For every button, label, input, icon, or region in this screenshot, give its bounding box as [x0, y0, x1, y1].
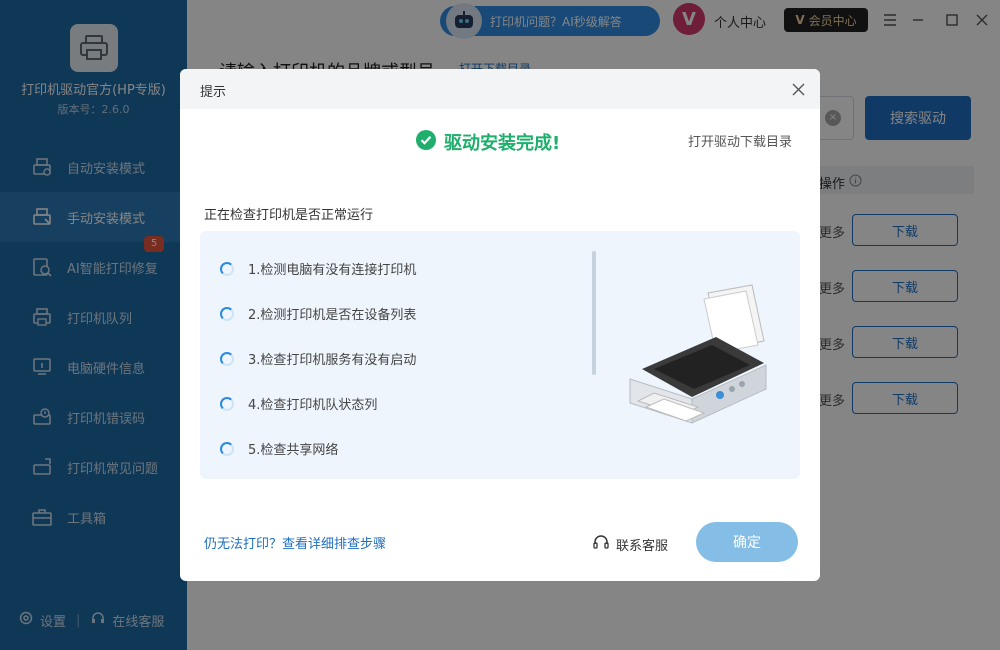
contact-support-label: 联系客服 — [616, 538, 669, 554]
check-item: 2.检测打印机是否在设备列表 — [220, 304, 416, 323]
loading-spinner-icon — [220, 441, 234, 456]
check-item: 1.检测电脑有没有连接打印机 — [220, 259, 416, 278]
checking-label: 正在检查打印机是否正常运行 — [204, 208, 374, 223]
troubleshoot-link[interactable]: 仍无法打印？查看详细排查步骤 — [204, 533, 386, 552]
check-item-label: 1.检测电脑有没有连接打印机 — [248, 263, 417, 278]
open-driver-dir-link[interactable]: 打开驱动下载目录 — [688, 131, 792, 150]
check-item-label: 5.检查共享网络 — [248, 443, 339, 458]
loading-spinner-icon — [220, 351, 234, 366]
check-item: 3.检查打印机服务有没有启动 — [220, 349, 416, 368]
loading-spinner-icon — [220, 396, 234, 411]
printer-image-icon — [629, 284, 767, 424]
printer-illustration — [624, 283, 774, 437]
check-panel: 1.检测电脑有没有连接打印机 2.检测打印机是否在设备列表 3.检查打印机服务有… — [200, 231, 800, 479]
install-status: 驱动安装完成! — [416, 129, 560, 155]
confirm-button[interactable]: 确定 — [696, 522, 798, 562]
check-item: 4.检查打印机队状态列 — [220, 394, 377, 413]
close-icon[interactable] — [788, 79, 808, 99]
check-circle-icon — [416, 130, 436, 154]
loading-spinner-icon — [220, 306, 234, 321]
install-complete-dialog: 提示 驱动安装完成! 打开驱动下载目录 正在检查打印机是否正常运行 1.检测电脑… — [180, 69, 820, 581]
headset-icon — [592, 533, 610, 555]
dialog-header: 提示 — [180, 69, 820, 109]
contact-support-button[interactable]: 联系客服 — [592, 533, 668, 555]
check-item-label: 2.检测打印机是否在设备列表 — [248, 308, 417, 323]
check-item: 5.检查共享网络 — [220, 439, 338, 458]
dialog-title: 提示 — [200, 85, 227, 100]
check-item-label: 4.检查打印机队状态列 — [248, 398, 378, 413]
check-item-label: 3.检查打印机服务有没有启动 — [248, 353, 417, 368]
install-complete-text: 驱动安装完成! — [444, 133, 561, 154]
loading-spinner-icon — [220, 261, 234, 276]
scrollbar[interactable] — [592, 251, 596, 375]
